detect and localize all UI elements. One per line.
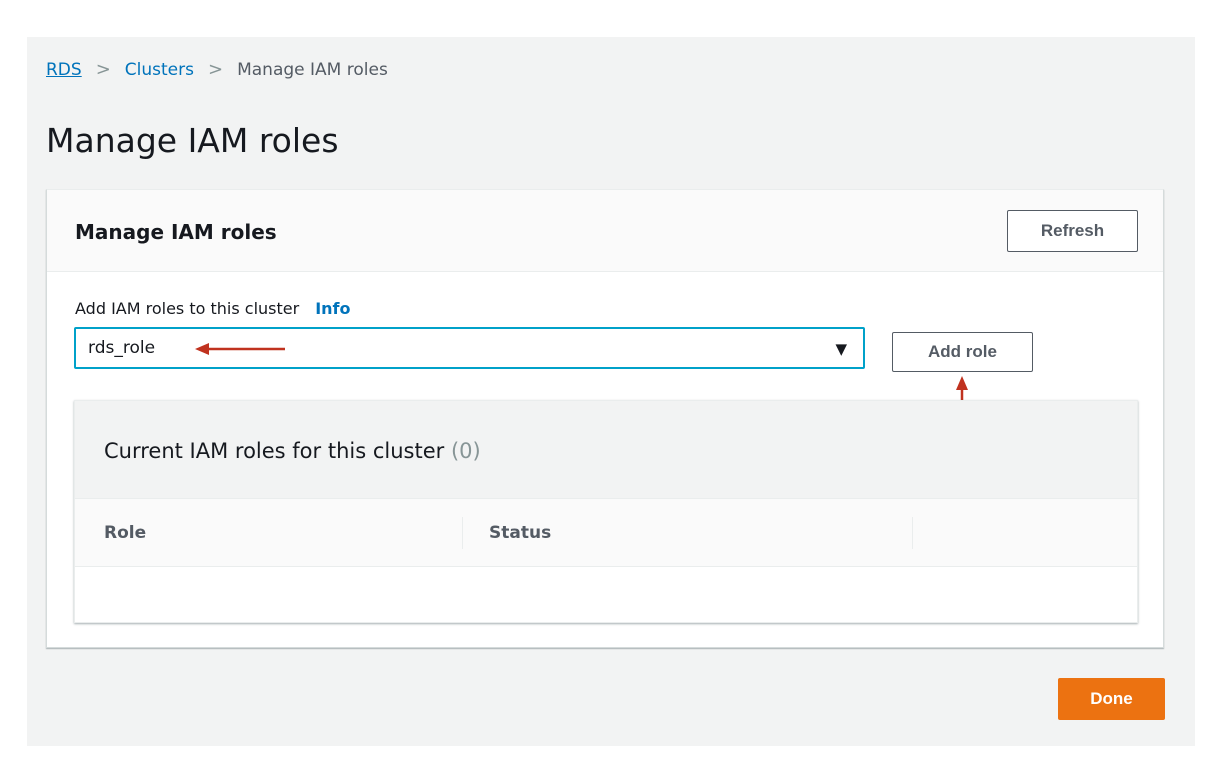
- current-roles-title-text: Current IAM roles for this cluster: [104, 439, 445, 463]
- page-frame: RDS > Clusters > Manage IAM roles Manage…: [27, 37, 1195, 746]
- add-roles-field-label: Add IAM roles to this cluster Info: [75, 298, 350, 320]
- column-header-role[interactable]: Role: [104, 523, 146, 543]
- annotation-arrow-left: [195, 343, 285, 355]
- column-header-status[interactable]: Status: [489, 523, 551, 543]
- current-roles-header: Current IAM roles for this cluster (0): [75, 401, 1137, 498]
- current-roles-table: Current IAM roles for this cluster (0) R…: [74, 400, 1138, 623]
- breadcrumb-clusters-link[interactable]: Clusters: [125, 59, 194, 81]
- done-button[interactable]: Done: [1058, 678, 1165, 720]
- add-roles-label-text: Add IAM roles to this cluster: [75, 299, 300, 318]
- iam-role-select[interactable]: rds_role ▼: [74, 327, 865, 369]
- chevron-right-icon: >: [208, 59, 224, 80]
- page-title: Manage IAM roles: [46, 121, 339, 160]
- refresh-button[interactable]: Refresh: [1007, 210, 1138, 252]
- info-link[interactable]: Info: [315, 299, 350, 318]
- table-header-row: Role Status: [75, 498, 1137, 567]
- panel-title: Manage IAM roles: [75, 220, 277, 244]
- add-role-button[interactable]: Add role: [892, 332, 1033, 372]
- iam-role-select-value: rds_role: [88, 338, 156, 358]
- column-divider[interactable]: [462, 517, 463, 549]
- chevron-right-icon: >: [95, 59, 111, 80]
- panel-header: Manage IAM roles Refresh: [47, 190, 1163, 272]
- breadcrumb: RDS > Clusters > Manage IAM roles: [46, 59, 388, 81]
- current-roles-count: (0): [450, 439, 481, 463]
- manage-iam-roles-panel: Manage IAM roles Refresh Add IAM roles t…: [46, 189, 1164, 648]
- current-roles-title: Current IAM roles for this cluster (0): [104, 438, 481, 464]
- breadcrumb-current: Manage IAM roles: [237, 60, 388, 80]
- caret-down-icon: ▼: [835, 340, 847, 358]
- column-divider[interactable]: [912, 517, 913, 549]
- breadcrumb-rds-link[interactable]: RDS: [46, 59, 82, 81]
